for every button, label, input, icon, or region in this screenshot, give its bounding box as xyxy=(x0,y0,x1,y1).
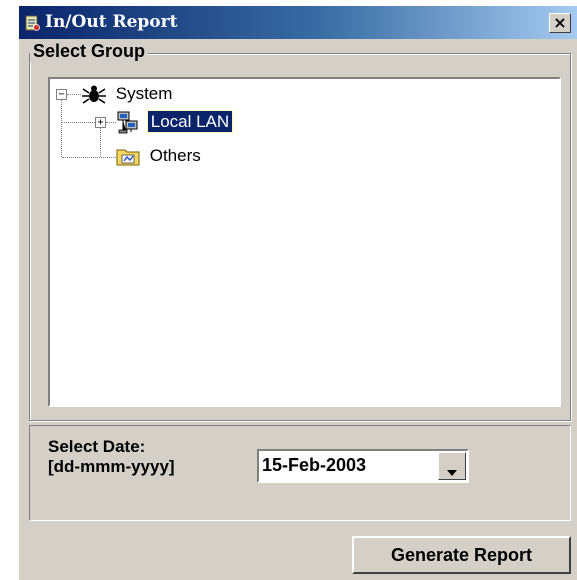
tree-node-label: Others xyxy=(149,146,201,165)
close-button[interactable]: × xyxy=(549,13,571,33)
chevron-down-icon xyxy=(447,463,457,476)
select-date-label-line1: Select Date: xyxy=(48,437,146,456)
network-computers-icon xyxy=(116,110,140,134)
tree-connector xyxy=(67,94,81,95)
tree-root-collapse-toggle[interactable]: − xyxy=(56,89,67,100)
title-bar[interactable]: In/Out Report × xyxy=(19,6,577,39)
tree-node-local-lan[interactable]: Local LAN xyxy=(116,110,234,134)
window-title: In/Out Report xyxy=(45,12,178,32)
date-select-value: 15-Feb-2003 xyxy=(262,455,367,475)
tree-expand-toggle-local-lan[interactable]: + xyxy=(95,117,106,128)
spider-icon xyxy=(81,82,107,106)
date-select[interactable]: 15-Feb-2003 xyxy=(257,449,469,483)
select-group-label: Select Group xyxy=(30,41,149,62)
tree-node-label: System xyxy=(115,84,173,103)
tree-connector xyxy=(100,128,101,157)
tree-node-label: Local LAN xyxy=(146,110,234,133)
generate-report-button[interactable]: Generate Report xyxy=(352,536,571,574)
select-date-label: Select Date: [dd-mmm-yyyy] xyxy=(48,437,175,477)
tree-connector xyxy=(61,100,62,157)
group-tree-view[interactable]: − System + Local LAN Others xyxy=(48,77,561,407)
tree-node-others[interactable]: Others xyxy=(116,145,201,167)
date-dropdown-button[interactable] xyxy=(438,452,466,480)
tree-node-system[interactable]: System xyxy=(81,82,172,106)
folder-icon xyxy=(116,145,140,167)
tree-connector xyxy=(62,157,116,158)
close-icon: × xyxy=(553,13,567,32)
tree-connector xyxy=(62,122,95,123)
in-out-report-window: In/Out Report × Select Group − System + xyxy=(19,6,577,580)
select-date-format-hint: [dd-mmm-yyyy] xyxy=(48,457,175,476)
report-app-icon xyxy=(23,14,41,32)
tree-connector xyxy=(106,122,116,123)
